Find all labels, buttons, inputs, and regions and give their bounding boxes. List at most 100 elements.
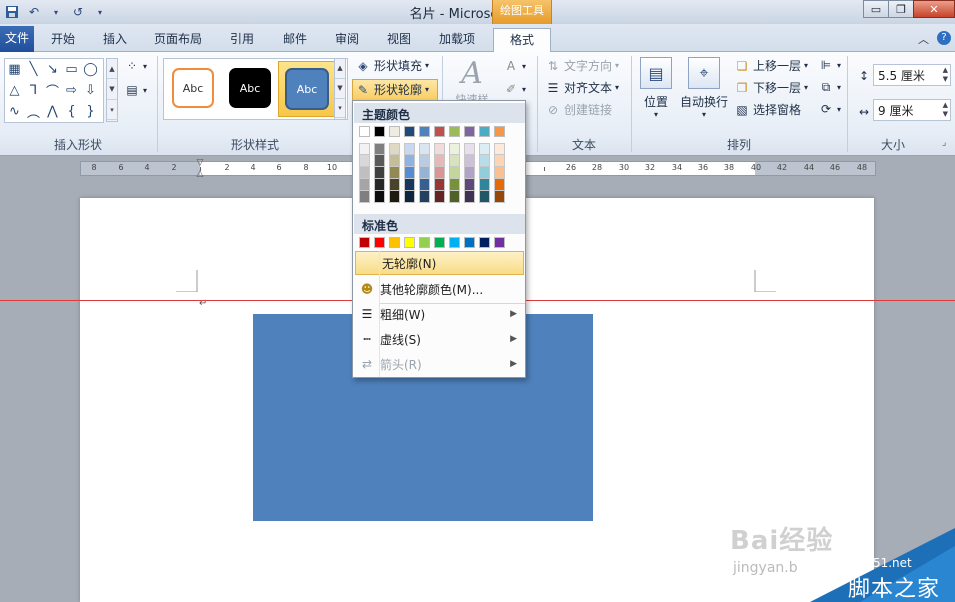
theme-shade-swatch[interactable] (464, 179, 475, 191)
minimize-button[interactable]: ▭ (863, 0, 889, 18)
theme-color-swatch[interactable] (479, 126, 490, 137)
text-fill-button[interactable]: A ▾ (503, 58, 526, 74)
theme-shade-swatch[interactable] (494, 167, 505, 179)
standard-color-swatch[interactable] (359, 237, 370, 248)
theme-shade-swatch[interactable] (419, 191, 430, 203)
tab-home[interactable]: 开始 (46, 28, 80, 52)
theme-shade-swatch[interactable] (449, 167, 460, 179)
theme-color-swatch[interactable] (359, 126, 370, 137)
theme-shade-swatch[interactable] (359, 155, 370, 167)
standard-color-swatch[interactable] (449, 237, 460, 248)
theme-shade-swatch[interactable] (359, 143, 370, 155)
theme-shade-swatch[interactable] (464, 167, 475, 179)
freeform-shape-icon[interactable]: ⋀ (43, 101, 62, 122)
close-button[interactable]: ✕ (913, 0, 955, 18)
theme-color-swatch[interactable] (464, 126, 475, 137)
theme-shade-swatch[interactable] (464, 155, 475, 167)
position-button[interactable]: ▤ 位置 ▾ (638, 57, 674, 119)
standard-color-swatch[interactable] (464, 237, 475, 248)
curved-connector-icon[interactable]: ⌒ (43, 80, 62, 101)
indent-marker-icon[interactable]: ▽ △ (195, 158, 205, 180)
theme-shade-swatch[interactable] (434, 191, 445, 203)
group-button[interactable]: ⧉ ▾ (818, 79, 841, 95)
text-outline-button[interactable]: ✐ ▾ (503, 81, 526, 97)
theme-shade-swatch[interactable] (494, 191, 505, 203)
scroll-down-icon[interactable]: ▼ (107, 79, 117, 100)
theme-shade-swatch[interactable] (419, 179, 430, 191)
theme-shade-swatch[interactable] (479, 179, 490, 191)
theme-color-swatch[interactable] (374, 126, 385, 137)
theme-shade-swatch[interactable] (434, 155, 445, 167)
theme-shade-swatch[interactable] (404, 191, 415, 203)
standard-color-swatch[interactable] (374, 237, 385, 248)
theme-shade-swatch[interactable] (479, 191, 490, 203)
create-link-button[interactable]: ⊘ 创建链接 (545, 101, 612, 118)
theme-color-swatch[interactable] (389, 126, 400, 137)
selection-pane-button[interactable]: ▧ 选择窗格 (734, 101, 801, 118)
theme-color-swatch[interactable] (419, 126, 430, 137)
theme-color-swatch[interactable] (494, 126, 505, 137)
tab-references[interactable]: 引用 (225, 28, 259, 52)
down-arrow-shape-icon[interactable]: ⇩ (81, 80, 100, 101)
theme-shade-swatch[interactable] (494, 143, 505, 155)
theme-shade-swatch[interactable] (404, 167, 415, 179)
styles-gallery-scroll[interactable]: ▲ ▼ ▾ (334, 58, 346, 120)
standard-color-swatch[interactable] (404, 237, 415, 248)
shape-outline-label-row[interactable]: ✎ 形状轮廓 ▾ (355, 81, 429, 98)
tab-format[interactable]: 格式 (493, 28, 551, 53)
theme-shade-swatch[interactable] (389, 155, 400, 167)
theme-shade-swatch[interactable] (404, 155, 415, 167)
theme-shade-swatch[interactable] (404, 143, 415, 155)
style-preset-dark[interactable]: Abc (229, 68, 271, 108)
draw-textbox-button[interactable]: ▤ ▾ (124, 82, 147, 98)
theme-shade-swatch[interactable] (434, 167, 445, 179)
shape-width-input[interactable]: 9 厘米 ▲ ▼ (873, 99, 951, 121)
theme-shade-swatch[interactable] (419, 155, 430, 167)
shapes-gallery[interactable]: ▦ ╲ ↘ ▭ ◯ △ ⅂ ⌒ ⇨ ⇩ ∿ ︵ ⋀ { } (4, 58, 104, 123)
right-brace-shape-icon[interactable]: } (81, 101, 100, 122)
tab-view[interactable]: 视图 (382, 28, 416, 52)
text-box-shape-icon[interactable]: ▦ (5, 59, 24, 80)
bring-forward-button[interactable]: ❏ 上移一层 ▾ (734, 57, 808, 74)
tab-page-layout[interactable]: 页面布局 (150, 28, 206, 52)
theme-shade-swatch[interactable] (479, 155, 490, 167)
theme-shade-swatch[interactable] (389, 167, 400, 179)
tab-insert[interactable]: 插入 (98, 28, 132, 52)
arrow-line-shape-icon[interactable]: ↘ (43, 59, 62, 80)
theme-shade-swatch[interactable] (374, 155, 385, 167)
oval-shape-icon[interactable]: ◯ (81, 59, 100, 80)
theme-shade-swatch[interactable] (479, 167, 490, 179)
shape-styles-gallery[interactable]: Abc Abc Abc (163, 58, 348, 120)
scribble-shape-icon[interactable]: ∿ (5, 101, 24, 122)
theme-shade-swatch[interactable] (389, 191, 400, 203)
tab-file[interactable]: 文件 (0, 26, 34, 52)
wrap-text-button[interactable]: ⌖ 自动换行 ▾ (678, 57, 730, 119)
left-brace-shape-icon[interactable]: { (62, 101, 81, 122)
spin-arrows-icon[interactable]: ▲ ▼ (943, 66, 948, 84)
theme-shade-swatch[interactable] (449, 143, 460, 155)
edit-shape-button[interactable]: ⁘ ▾ (124, 58, 147, 74)
theme-shade-swatch[interactable] (374, 167, 385, 179)
tab-review[interactable]: 审阅 (330, 28, 364, 52)
standard-color-swatch[interactable] (434, 237, 445, 248)
scroll-up-icon[interactable]: ▲ (335, 59, 345, 79)
scroll-up-icon[interactable]: ▲ (107, 59, 117, 80)
style-preset-blue[interactable]: Abc (285, 68, 329, 110)
no-outline-item[interactable]: 无轮廓(N) (355, 251, 524, 275)
theme-color-swatch[interactable] (404, 126, 415, 137)
shapes-gallery-scroll[interactable]: ▲ ▼ ▾ (106, 58, 118, 122)
theme-shade-swatch[interactable] (419, 167, 430, 179)
theme-shade-swatch[interactable] (374, 143, 385, 155)
theme-shade-swatch[interactable] (464, 191, 475, 203)
size-dialog-launcher-icon[interactable]: ⌟ (942, 138, 946, 148)
rotate-button[interactable]: ⟳ ▾ (818, 101, 841, 117)
more-icon[interactable]: ▾ (107, 100, 117, 121)
more-icon[interactable]: ▾ (335, 99, 345, 119)
style-preset-selected[interactable]: Abc (278, 61, 336, 117)
collapse-ribbon-icon[interactable]: ︿ (918, 31, 929, 47)
theme-shade-swatch[interactable] (389, 143, 400, 155)
standard-color-swatch[interactable] (389, 237, 400, 248)
restore-button[interactable]: ❐ (888, 0, 914, 18)
standard-color-swatch[interactable] (419, 237, 430, 248)
rectangle-shape-icon[interactable]: ▭ (62, 59, 81, 80)
